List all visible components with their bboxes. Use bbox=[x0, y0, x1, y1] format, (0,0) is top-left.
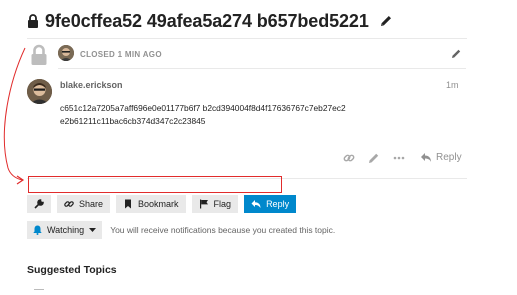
post-body-line: c651c12a7205a7aff696e0e01177b6f7 b2cd394… bbox=[60, 103, 346, 113]
link-icon bbox=[64, 201, 74, 207]
suggested-topics-heading: Suggested Topics bbox=[27, 264, 117, 276]
post-body-line: e2b61211c11bac6cb374d347c2c23845 bbox=[60, 116, 206, 126]
pencil-icon[interactable] bbox=[379, 14, 393, 28]
closed-by-avatar[interactable] bbox=[58, 45, 74, 61]
share-label: Share bbox=[79, 199, 104, 209]
link-icon[interactable] bbox=[343, 152, 355, 164]
notification-level-dropdown[interactable]: Watching bbox=[27, 221, 103, 239]
pencil-icon[interactable] bbox=[368, 152, 380, 164]
notification-description: You will receive notifications because y… bbox=[110, 225, 336, 235]
bookmark-button[interactable]: Bookmark bbox=[116, 195, 186, 213]
notifications-row: Watching You will receive notifications … bbox=[27, 221, 335, 239]
share-button[interactable]: Share bbox=[57, 195, 111, 213]
annotation-arrow bbox=[3, 47, 26, 185]
topic-page: 9fe0cffea52 49afea5a274 b657bed5221 CLOS… bbox=[0, 0, 517, 295]
edit-pencil-icon[interactable] bbox=[451, 48, 462, 59]
topic-title[interactable]: 9fe0cffea52 49afea5a274 b657bed5221 bbox=[45, 11, 369, 32]
closed-notice-text: CLOSED 1 MIN AGO bbox=[80, 50, 162, 59]
reply-icon bbox=[421, 153, 431, 162]
title-divider bbox=[27, 38, 467, 39]
closed-lock-icon bbox=[31, 44, 47, 65]
caret-down-icon bbox=[89, 227, 97, 232]
post-username[interactable]: blake.erickson bbox=[60, 80, 123, 90]
notification-level-label: Watching bbox=[47, 225, 85, 235]
annotation-highlight-box bbox=[28, 176, 282, 193]
post-reply-label: Reply bbox=[436, 151, 462, 163]
post-top-divider bbox=[58, 68, 466, 69]
post-body: c651c12a7205a7aff696e0e01177b6f7 b2cd394… bbox=[60, 102, 380, 128]
topic-title-row: 9fe0cffea52 49afea5a274 b657bed5221 bbox=[27, 8, 393, 34]
flag-button[interactable]: Flag bbox=[191, 195, 239, 213]
post-author-avatar[interactable] bbox=[27, 79, 52, 104]
reply-button[interactable]: Reply bbox=[244, 195, 297, 213]
suggested-list-peek bbox=[34, 289, 44, 290]
bookmark-label: Bookmark bbox=[138, 199, 179, 209]
reply-label: Reply bbox=[266, 199, 290, 209]
bell-icon bbox=[33, 225, 42, 235]
bookmark-icon bbox=[125, 199, 132, 209]
wrench-icon bbox=[34, 199, 44, 209]
reply-icon bbox=[251, 200, 261, 208]
topic-footer-buttons: Share Bookmark Flag Reply bbox=[27, 195, 297, 213]
post-timestamp[interactable]: 1m bbox=[446, 80, 459, 90]
lock-icon bbox=[28, 14, 38, 28]
admin-wrench-button[interactable] bbox=[27, 195, 51, 213]
flag-label: Flag bbox=[213, 199, 232, 209]
post-reply-button[interactable]: Reply bbox=[420, 151, 462, 163]
flag-icon bbox=[199, 199, 208, 209]
ellipsis-icon[interactable] bbox=[393, 152, 405, 164]
